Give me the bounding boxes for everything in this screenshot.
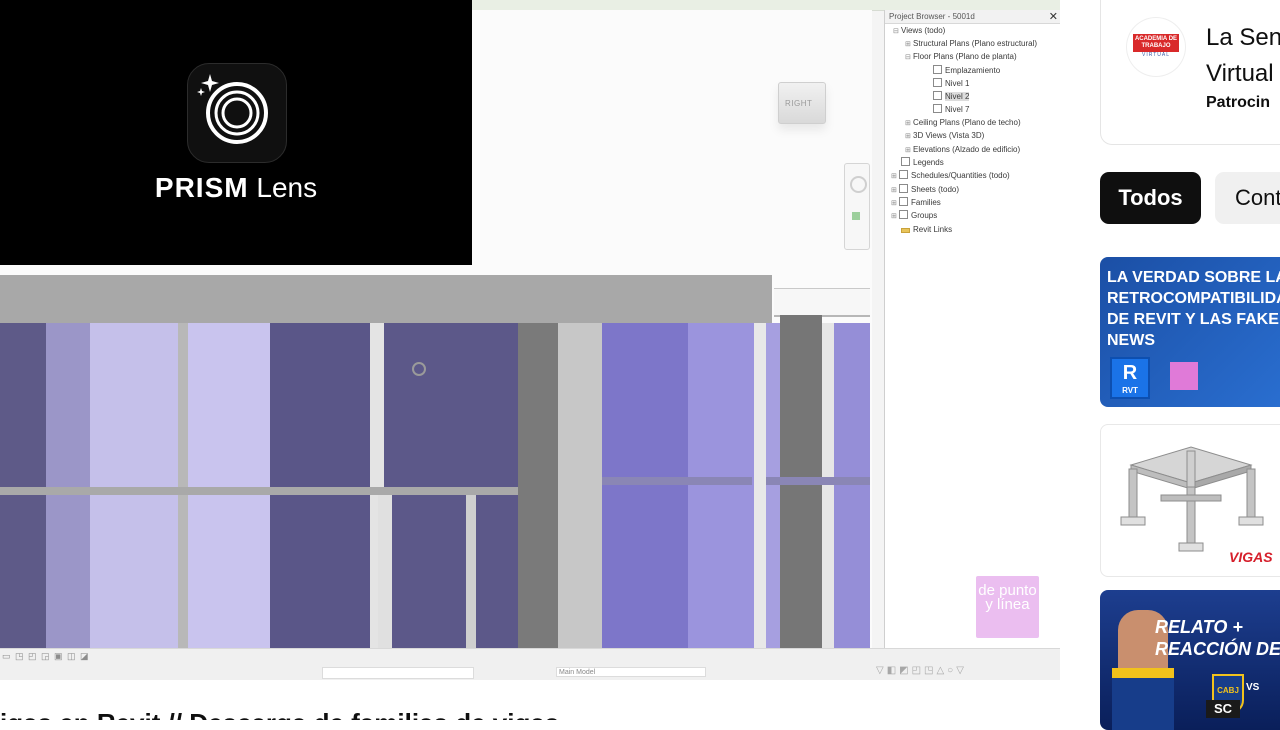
recommended-video-thumbnail[interactable]: VIGAS <box>1100 424 1280 577</box>
active-model-select[interactable]: Main Model <box>556 667 706 677</box>
status-input[interactable] <box>322 667 474 679</box>
sponsored-ad-card[interactable]: ACADEMIA DE TRABAJO VIRTUAL La Sen Virtua… <box>1100 0 1280 145</box>
panel <box>834 323 870 648</box>
tree-item-floor-plans[interactable]: ⊟ Floor Plans (Plano de planta) <box>905 51 1017 63</box>
ad-sponsored-label: Patrocin <box>1206 94 1271 111</box>
column <box>378 495 392 648</box>
tree-item-families[interactable]: ⊞ Families <box>891 197 941 209</box>
family-icon <box>899 197 908 206</box>
panel <box>0 323 46 648</box>
expand-icon[interactable]: ⊞ <box>891 198 899 210</box>
cursor-icon <box>412 362 426 376</box>
panel <box>766 323 780 648</box>
expand-icon[interactable]: ⊞ <box>905 39 913 51</box>
column <box>754 323 766 648</box>
expand-icon[interactable]: ⊞ <box>891 185 899 197</box>
expand-icon[interactable]: ⊞ <box>905 118 913 130</box>
channel-watermark: de punto y línea <box>976 576 1039 638</box>
beam-top <box>0 275 772 323</box>
versus-label: VS <box>1246 682 1260 693</box>
beam-top-edge <box>774 288 870 317</box>
column <box>558 323 602 648</box>
column <box>466 495 476 648</box>
view-control-icons[interactable]: ▭ ◳ ◰ ◲ ▣ ◫ ◪ <box>2 651 90 662</box>
expand-icon[interactable]: ⊞ <box>891 171 899 183</box>
tree-item-groups[interactable]: ⊞ Groups <box>891 210 937 222</box>
player-shirt <box>1112 668 1174 730</box>
panel <box>90 323 178 648</box>
navigation-bar[interactable] <box>844 163 870 250</box>
video-title: igas en Revit // Descarga de familias de… <box>0 700 1060 720</box>
collapse-icon[interactable]: ⊟ <box>905 52 913 64</box>
legend-icon <box>901 157 910 166</box>
view-icon <box>933 78 942 87</box>
chip-second[interactable]: Cont <box>1215 172 1280 224</box>
channel-badge: SC <box>1206 700 1240 718</box>
expand-icon[interactable]: ⊞ <box>905 145 913 157</box>
tree-item-views[interactable]: ⊟ Views (todo) <box>893 25 945 37</box>
selection-filter-icons[interactable]: ▽◧◩◰◳△○▽ <box>876 665 967 676</box>
panel <box>822 323 834 648</box>
chip-all[interactable]: Todos <box>1100 172 1201 224</box>
advertiser-logo: ACADEMIA DE TRABAJO VIRTUAL <box>1127 18 1185 76</box>
thumbnail-text: LA VERDAD SOBRE LA RETROCOMPATIBILIDA DE… <box>1107 269 1280 349</box>
revit-status-bar: ▭ ◳ ◰ ◲ ▣ ◫ ◪ Main Model ▽◧◩◰◳△○▽ <box>0 648 1060 680</box>
tree-item-elevations[interactable]: ⊞ Elevations (Alzado de edificio) <box>905 144 1020 156</box>
tree-item-nivel-1[interactable]: Nivel 1 <box>933 78 969 90</box>
recommended-video-thumbnail[interactable]: RELATO + REACCIÓN DE LOS H CABJ VS SC <box>1100 590 1280 730</box>
tree-item-schedules[interactable]: ⊞ Schedules/Quantities (todo) <box>891 170 1010 182</box>
column <box>518 323 558 648</box>
group-icon <box>899 210 908 219</box>
schedule-icon <box>899 170 908 179</box>
panel <box>188 323 270 648</box>
tree-item-sheets[interactable]: ⊞ Sheets (todo) <box>891 184 959 196</box>
recommended-video-thumbnail[interactable]: LA VERDAD SOBRE LA RETROCOMPATIBILIDA DE… <box>1100 257 1280 407</box>
ad-title[interactable]: La Sen Virtual <box>1206 20 1280 92</box>
link-icon <box>901 228 910 233</box>
beam-mid <box>0 487 518 495</box>
beam-mid <box>602 477 752 485</box>
project-browser: Project Browser - 5001d ✕ ⊟ Views (todo) … <box>884 10 1060 658</box>
zoom-icon[interactable] <box>852 212 860 220</box>
expand-icon[interactable]: ⊞ <box>905 131 913 143</box>
thumbnail-text: RELATO + REACCIÓN DE LOS H <box>1155 617 1280 659</box>
tree-item-emplazamiento[interactable]: Emplazamiento <box>933 65 1000 77</box>
prism-lens-overlay: PRISM Lens <box>0 0 472 265</box>
steering-wheel-icon[interactable] <box>850 176 867 193</box>
project-browser-title: Project Browser - 5001d <box>885 10 1060 24</box>
prism-lens-wordmark: PRISM Lens <box>154 172 318 203</box>
tree-item-legends[interactable]: Legends <box>901 157 944 169</box>
view-icon <box>933 65 942 74</box>
view-icon <box>933 91 942 100</box>
view-icon <box>933 104 942 113</box>
thumbnail-label: VIGAS <box>1229 549 1273 565</box>
close-icon[interactable]: ✕ <box>1049 10 1058 24</box>
viewcube[interactable]: RIGHT <box>778 82 826 124</box>
prism-lens-icon <box>187 63 287 163</box>
viewcube-label: RIGHT <box>785 99 813 108</box>
revit-logo-icon: R RVT <box>1110 357 1150 399</box>
panel <box>688 323 754 648</box>
panel <box>270 323 370 648</box>
expand-icon[interactable]: ⊞ <box>891 211 899 223</box>
panel <box>384 323 518 648</box>
panel <box>46 323 90 648</box>
beam-mid <box>766 477 870 485</box>
tree-item-ceiling-plans[interactable]: ⊞ Ceiling Plans (Plano de techo) <box>905 117 1021 129</box>
video-player[interactable]: RIGHT Project Browser - 5001d ✕ ⊟ Views (… <box>0 0 1060 680</box>
column <box>178 323 188 648</box>
tree-item-nivel-7[interactable]: Nivel 7 <box>933 104 969 116</box>
tree-item-nivel-2[interactable]: Nivel 2 <box>933 91 970 103</box>
tree-item-3d-views[interactable]: ⊞ 3D Views (Vista 3D) <box>905 130 984 142</box>
panel <box>602 323 688 648</box>
collapse-icon[interactable]: ⊟ <box>893 26 901 38</box>
tree-item-structural-plans[interactable]: ⊞ Structural Plans (Plano estructural) <box>905 38 1037 50</box>
sheet-icon <box>899 184 908 193</box>
channel-logo-icon <box>1170 362 1198 390</box>
tree-item-revit-links[interactable]: Revit Links <box>901 224 952 236</box>
